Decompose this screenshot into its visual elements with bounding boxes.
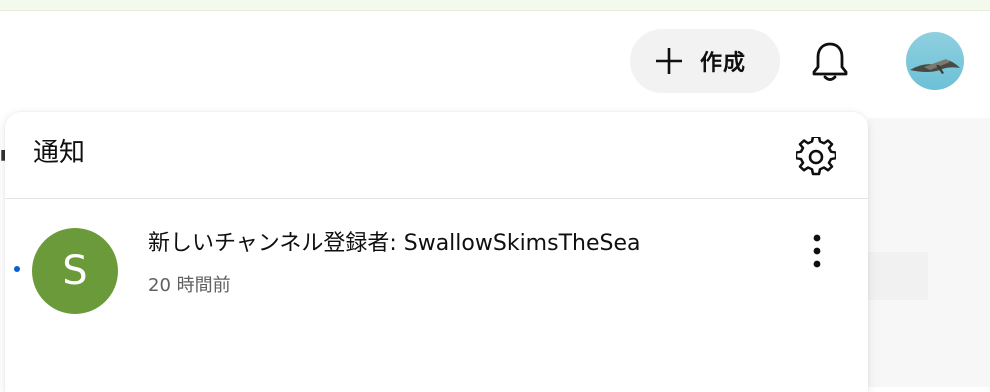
user-avatar-image [906, 32, 964, 90]
gear-icon [796, 137, 836, 176]
create-button[interactable]: 作成 [630, 29, 780, 93]
notification-time: 20 時間前 [148, 275, 231, 296]
notifications-button[interactable] [800, 33, 860, 89]
notifications-panel: 通知 S 新しいチャンネル登録者: SwallowSkimsTheSea 20 … [5, 112, 868, 392]
account-avatar[interactable] [906, 32, 964, 90]
background-content-card [868, 252, 928, 300]
panel-title: 通知 [33, 138, 86, 168]
top-strip [0, 0, 990, 11]
notifications-panel-header: 通知 [5, 112, 868, 199]
notification-settings-button[interactable] [791, 132, 841, 182]
plus-icon [656, 48, 682, 74]
more-vertical-icon [813, 234, 821, 268]
notification-avatar: S [32, 228, 118, 314]
notification-menu-button[interactable] [793, 227, 841, 275]
notification-content: 新しいチャンネル登録者: SwallowSkimsTheSea 20 時間前 [148, 229, 768, 297]
create-button-label: 作成 [700, 51, 747, 76]
notification-message: 新しいチャンネル登録者: SwallowSkimsTheSea [148, 231, 641, 256]
bell-icon [812, 42, 848, 81]
notification-item[interactable]: S 新しいチャンネル登録者: SwallowSkimsTheSea 20 時間前 [5, 199, 868, 319]
unread-indicator [14, 266, 20, 272]
